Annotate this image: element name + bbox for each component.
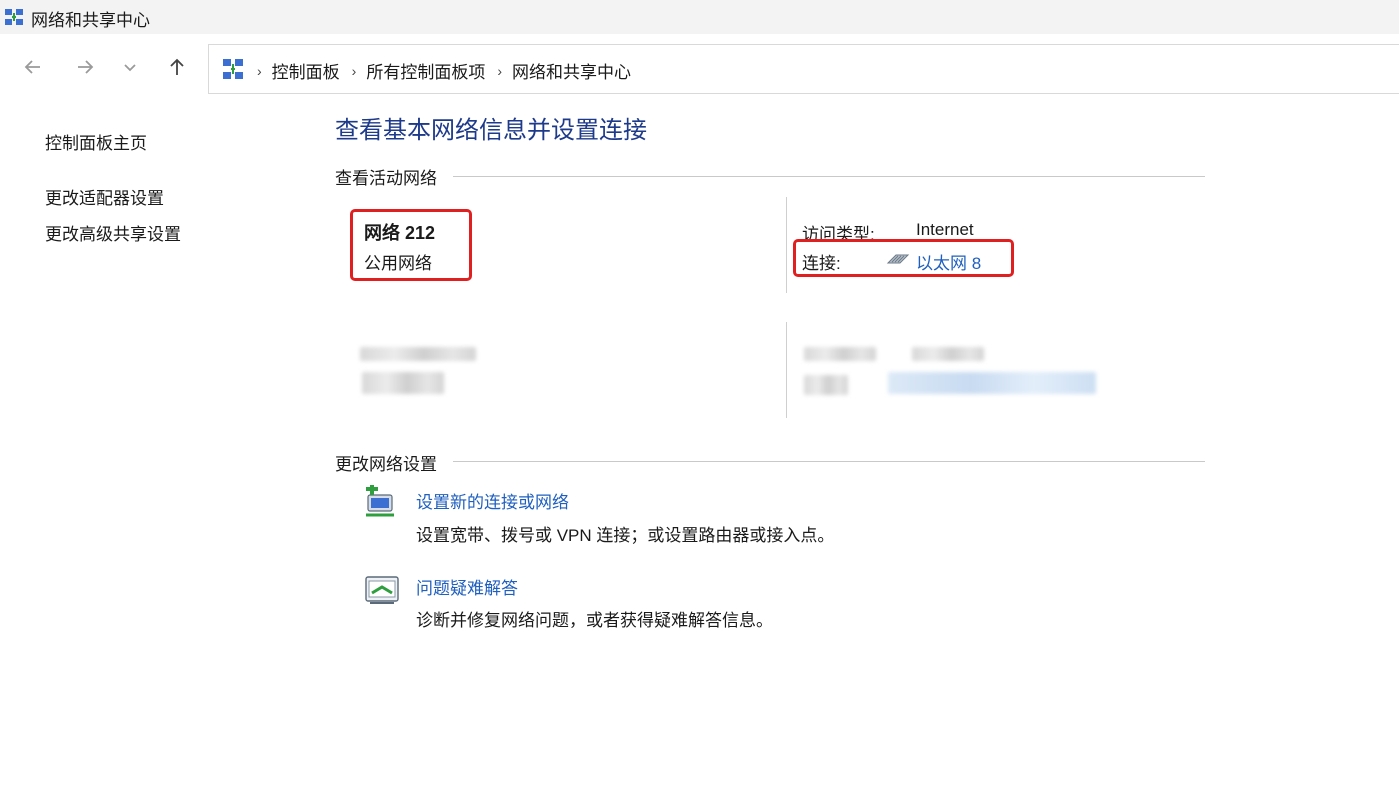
connection-link-ethernet[interactable]: 以太网 8	[916, 249, 981, 274]
troubleshoot-icon	[365, 576, 399, 604]
sidebar-item-advanced-sharing[interactable]: 更改高级共享设置	[45, 220, 181, 245]
back-button[interactable]	[16, 50, 50, 84]
change-settings-header: 更改网络设置	[335, 455, 437, 474]
breadcrumb-item-all-items[interactable]: 所有控制面板项	[366, 58, 485, 83]
section-divider	[453, 461, 1205, 462]
network-name: 网络 212	[364, 223, 436, 243]
arrow-right-icon	[78, 60, 94, 74]
ethernet-icon	[886, 254, 910, 264]
section-divider	[453, 176, 1205, 177]
redacted-access-label	[804, 347, 876, 361]
forward-button[interactable]	[68, 50, 102, 84]
network-category[interactable]: 公用网络	[364, 249, 432, 274]
address-bar[interactable]: › 控制面板 › 所有控制面板项 › 网络和共享中心	[208, 44, 1399, 94]
recent-locations-button[interactable]	[113, 50, 147, 84]
page-title: 查看基本网络信息并设置连接	[335, 117, 647, 144]
arrow-left-icon	[24, 60, 40, 74]
navigation-bar: › 控制面板 › 所有控制面板项 › 网络和共享中心	[0, 34, 1399, 98]
breadcrumb-item-network-center[interactable]: 网络和共享中心	[512, 58, 631, 83]
column-divider	[786, 322, 787, 418]
chevron-right-icon[interactable]: ›	[352, 63, 357, 79]
redacted-connection-link	[888, 372, 1096, 394]
sidebar-item-adapter-settings[interactable]: 更改适配器设置	[45, 184, 164, 209]
active-networks-header: 查看活动网络	[335, 169, 437, 188]
connection-label: 连接:	[802, 254, 841, 273]
redacted-connection-label	[804, 375, 848, 395]
redacted-access-value	[912, 347, 984, 361]
arrow-up-icon	[170, 58, 184, 75]
column-divider	[786, 197, 787, 293]
chevron-down-icon	[124, 64, 136, 72]
title-bar: 网络和共享中心	[0, 0, 1399, 34]
chevron-right-icon[interactable]: ›	[497, 63, 502, 79]
up-button[interactable]	[160, 50, 194, 84]
access-type-value: Internet	[916, 220, 974, 239]
chevron-right-icon: ›	[257, 62, 262, 79]
window-title: 网络和共享中心	[31, 11, 150, 30]
setup-connection-link[interactable]: 设置新的连接或网络	[416, 488, 569, 513]
new-connection-icon	[366, 485, 394, 517]
network-center-icon	[5, 9, 23, 25]
breadcrumb: › 控制面板 › 所有控制面板项 › 网络和共享中心	[257, 58, 643, 83]
redacted-network-name	[360, 347, 476, 361]
setup-connection-description: 设置宽带、拨号或 VPN 连接；或设置路由器或接入点。	[416, 526, 835, 545]
troubleshoot-description: 诊断并修复网络问题，或者获得疑难解答信息。	[416, 611, 773, 630]
network-center-icon	[223, 59, 243, 79]
breadcrumb-item-control-panel[interactable]: 控制面板	[272, 58, 340, 83]
troubleshoot-link[interactable]: 问题疑难解答	[416, 574, 518, 599]
sidebar-item-control-panel-home[interactable]: 控制面板主页	[45, 129, 147, 154]
redacted-network-category	[362, 372, 444, 394]
